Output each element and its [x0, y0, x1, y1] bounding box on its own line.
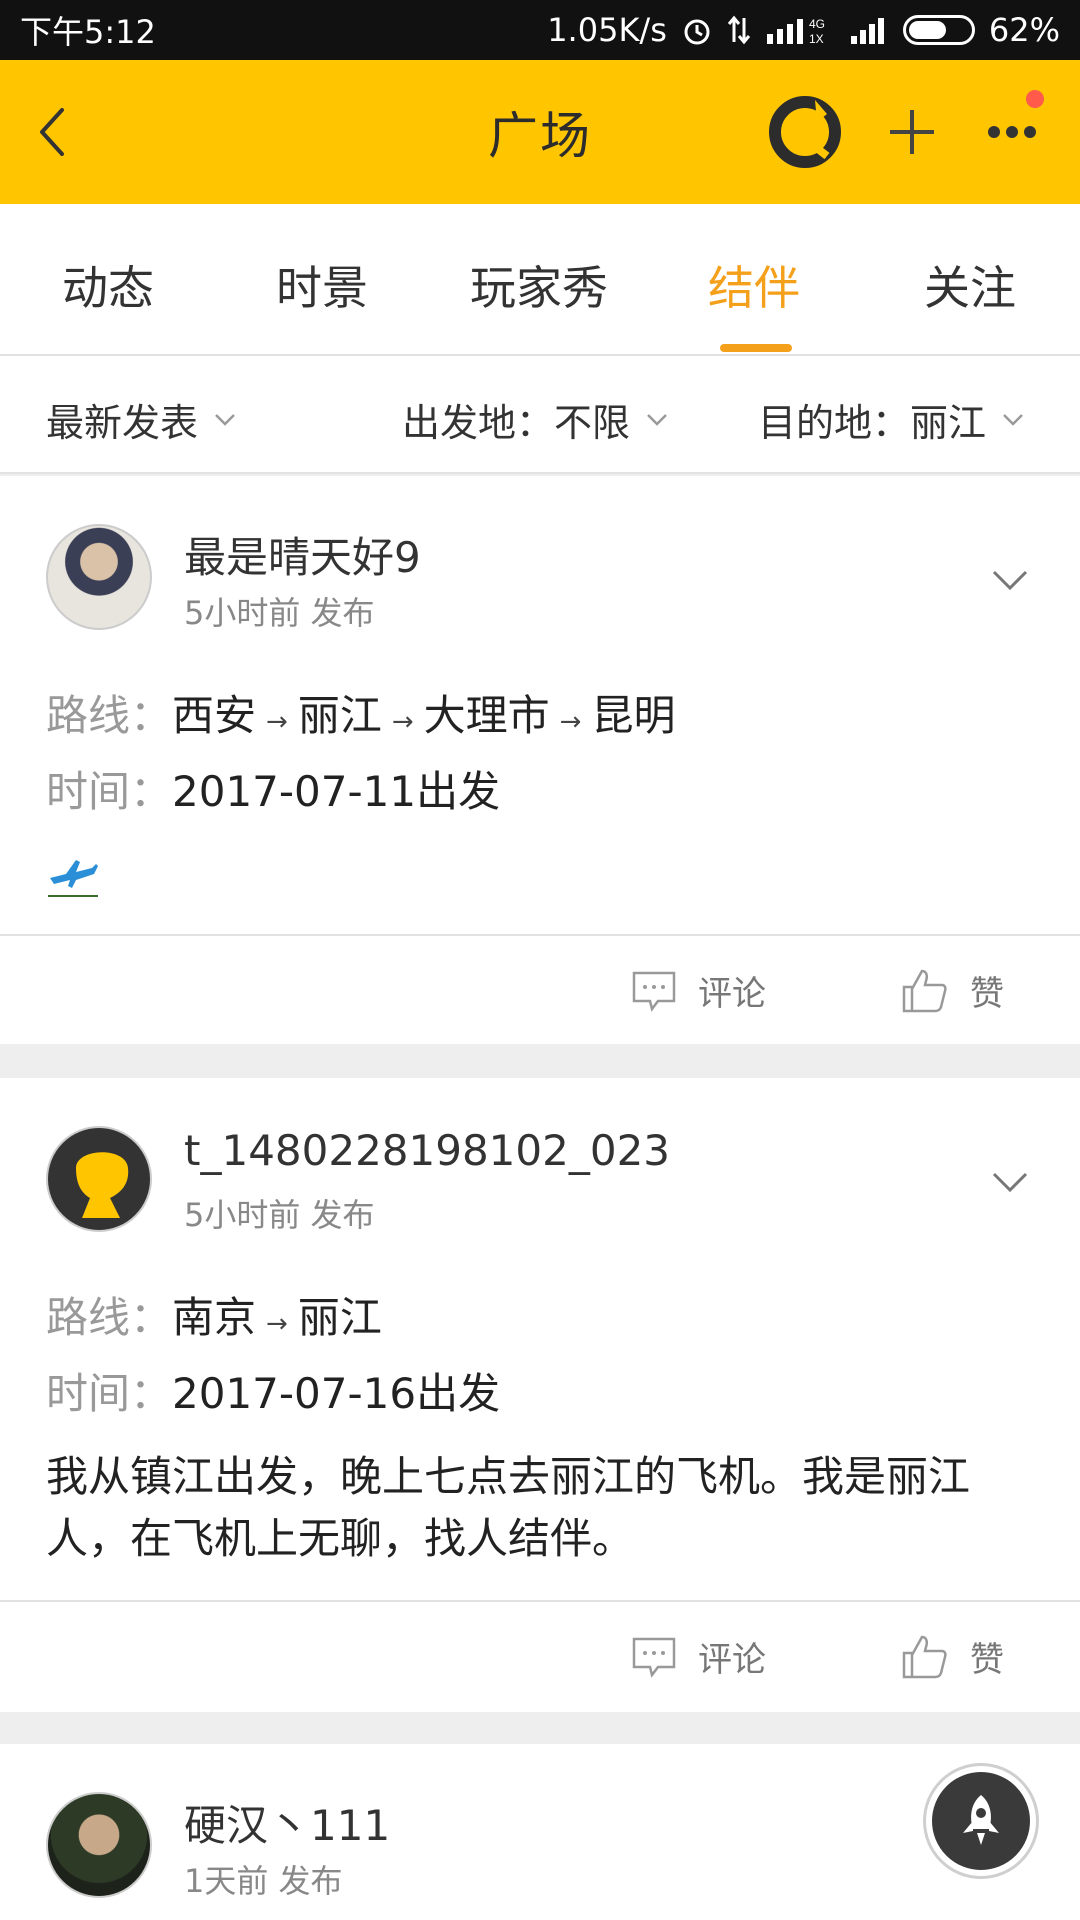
- signal-icon: [850, 18, 884, 44]
- filter-bar: 最新发表 出发地：不限 目的地：丽江: [0, 356, 1080, 474]
- route-arrow-icon: →: [391, 707, 414, 737]
- like-button[interactable]: 赞: [900, 1632, 1004, 1681]
- route-stop: 昆明: [591, 691, 676, 740]
- comment-button[interactable]: 评论: [632, 1632, 766, 1681]
- date-row: 时间： 2017-07-16出发: [46, 1360, 500, 1421]
- status-icons: 1.05K/s 4G 1X 62%: [547, 11, 1060, 49]
- username[interactable]: 最是晴天好9: [184, 524, 421, 585]
- avatar[interactable]: [46, 524, 152, 630]
- battery-icon: [902, 15, 975, 45]
- post-time: 5小时前 发布: [184, 1196, 375, 1234]
- route-stop: 丽江: [297, 691, 382, 740]
- svg-text:1X: 1X: [809, 32, 824, 46]
- like-label: 赞: [970, 974, 1004, 1014]
- status-bar: 下午5:12 1.05K/s 4G 1X 62%: [0, 0, 1080, 60]
- chevron-down-icon: [215, 413, 235, 426]
- post-actions: 评论 赞: [0, 1600, 1080, 1710]
- origin-dropdown[interactable]: 出发地：不限: [402, 392, 668, 447]
- origin-label: 出发地：不限: [402, 401, 631, 445]
- chevron-down-icon: [1003, 413, 1023, 426]
- chevron-down-icon[interactable]: [990, 568, 1030, 592]
- chevron-down-icon[interactable]: [990, 1170, 1030, 1194]
- date-row: 时间： 2017-07-11出发: [46, 758, 500, 819]
- comment-label: 评论: [698, 1640, 766, 1680]
- scroll-to-top-button[interactable]: [926, 1766, 1036, 1876]
- status-time: 下午5:12: [20, 13, 156, 51]
- route-arrow-icon: →: [559, 707, 582, 737]
- thumbs-up-icon: [902, 969, 947, 1012]
- sort-dropdown[interactable]: 最新发表: [46, 392, 236, 447]
- route-arrow-icon: →: [266, 707, 288, 737]
- network-speed: 1.05K/s: [547, 11, 667, 49]
- page-title: 广场: [488, 107, 592, 165]
- tab-bar: 动态 时景 玩家秀 结伴 关注: [0, 204, 1080, 356]
- route-label: 路线：: [46, 691, 173, 740]
- tab-dynamics[interactable]: 动态: [62, 252, 154, 318]
- tab-follow[interactable]: 关注: [924, 252, 1016, 318]
- tab-player-show[interactable]: 玩家秀: [470, 252, 608, 318]
- avatar[interactable]: [46, 1126, 152, 1232]
- like-button[interactable]: 赞: [900, 966, 1004, 1015]
- alarm-icon: [684, 19, 710, 45]
- thumbs-up-icon: [902, 1635, 947, 1678]
- airplane-icon: [48, 860, 98, 897]
- active-tab-indicator: [720, 344, 792, 352]
- tab-companion[interactable]: 结伴: [708, 252, 800, 318]
- sort-label: 最新发表: [46, 401, 199, 445]
- post-card[interactable]: 最是晴天好9 5小时前 发布 路线： 西安 → 丽江 → 大理市 → 昆明 时间…: [0, 476, 1080, 1044]
- username[interactable]: t_1480228198102_023: [184, 1126, 670, 1175]
- route-row: 路线： 西安 → 丽江 → 大理市 → 昆明: [46, 682, 675, 743]
- time-label: 时间：: [46, 767, 173, 816]
- username[interactable]: 硬汉丶111: [184, 1792, 390, 1853]
- add-icon[interactable]: [880, 100, 944, 164]
- destination-label: 目的地：丽江: [758, 401, 987, 445]
- destination-dropdown[interactable]: 目的地：丽江: [758, 392, 1024, 447]
- departure-date: 2017-07-11出发: [172, 767, 501, 816]
- app-logo-icon[interactable]: [765, 92, 845, 172]
- notification-dot: [1026, 90, 1044, 108]
- route-label: 路线：: [46, 1293, 173, 1342]
- route-arrow-icon: →: [266, 1309, 288, 1339]
- more-icon[interactable]: [980, 100, 1044, 164]
- svg-text:4G: 4G: [809, 17, 825, 31]
- post-card[interactable]: t_1480228198102_023 5小时前 发布 路线： 南京 → 丽江 …: [0, 1078, 1080, 1712]
- avatar[interactable]: [46, 1792, 152, 1898]
- route-stop: 丽江: [297, 1293, 382, 1342]
- post-description: 我从镇江出发，晚上七点去丽江的飞机。我是丽江人，在飞机上无聊，找人结伴。: [46, 1452, 971, 1563]
- app-header: 广场: [0, 60, 1080, 204]
- route-stop: 西安: [172, 691, 257, 740]
- battery-percent: 62%: [988, 11, 1060, 49]
- signal-4g-icon: 4G 1X: [766, 17, 825, 46]
- departure-date: 2017-07-16出发: [172, 1369, 501, 1418]
- rocket-icon: [963, 1795, 999, 1845]
- route-row: 路线： 南京 → 丽江: [46, 1284, 382, 1345]
- post-actions: 评论 赞: [0, 934, 1080, 1044]
- route-stop: 南京: [172, 1293, 257, 1342]
- comment-icon: [632, 1637, 676, 1678]
- comment-icon: [632, 971, 676, 1012]
- post-time: 1天前 发布: [184, 1862, 343, 1900]
- data-transfer-icon: [727, 15, 751, 45]
- comment-button[interactable]: 评论: [632, 966, 766, 1015]
- tab-scenery[interactable]: 时景: [276, 252, 368, 318]
- post-card[interactable]: 硬汉丶111 1天前 发布: [0, 1744, 1080, 1920]
- post-time: 5小时前 发布: [184, 594, 375, 632]
- chevron-down-icon: [647, 413, 667, 426]
- route-stop: 大理市: [423, 691, 550, 740]
- time-label: 时间：: [46, 1369, 173, 1418]
- default-avatar-icon: [76, 1152, 129, 1218]
- like-label: 赞: [970, 1640, 1004, 1680]
- back-arrow-icon[interactable]: [24, 100, 88, 164]
- comment-label: 评论: [698, 974, 766, 1014]
